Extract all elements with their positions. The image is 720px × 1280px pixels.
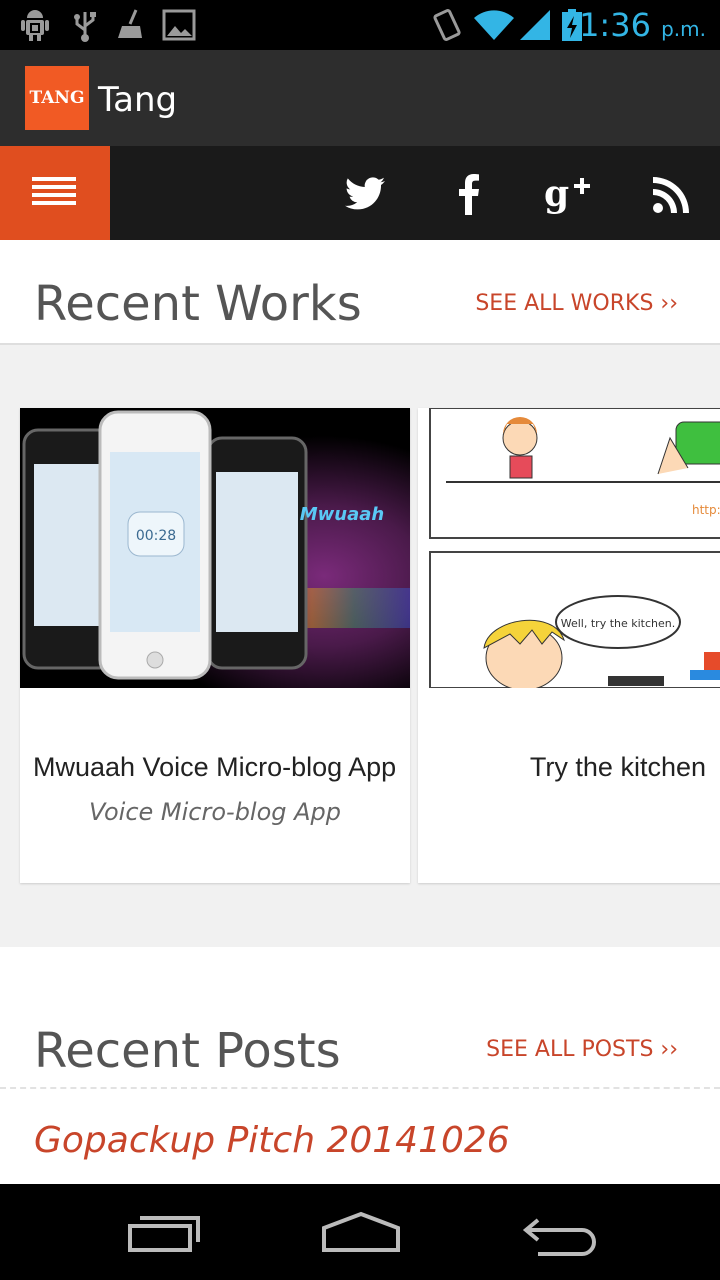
work-card-subtitle: Voice Micro-blog App (88, 798, 342, 826)
work-card[interactable]: http: Well, try the kitchen. Try the kit… (418, 408, 720, 883)
cleanup-icon (118, 9, 142, 38)
comic-speech-text: Well, try the kitchen. (561, 617, 676, 630)
recent-works-title: Recent Works (34, 276, 362, 332)
android-debug-icon (21, 10, 49, 41)
work-card-title[interactable]: Try the kitchen (530, 752, 706, 783)
facebook-icon (459, 174, 479, 215)
back-icon[interactable] (516, 1206, 606, 1256)
hamburger-icon (32, 177, 76, 205)
recent-apps-icon[interactable] (118, 1206, 208, 1256)
twitter-button[interactable] (336, 164, 396, 224)
recent-posts-title: Recent Posts (34, 1023, 341, 1079)
facebook-button[interactable] (438, 164, 498, 224)
mwuaah-logo-text: Mwuaah (300, 504, 384, 525)
comic-url-text: http: (692, 503, 720, 517)
vibrate-icon (433, 8, 461, 42)
site-nav-bar: g (0, 146, 720, 240)
google-plus-icon: g (544, 173, 590, 215)
menu-button[interactable] (0, 146, 110, 240)
see-all-posts-link[interactable]: SEE ALL POSTS ›› (486, 1037, 678, 1062)
twitter-icon (345, 177, 385, 210)
action-bar: TANG Tang (0, 50, 720, 146)
usb-icon (74, 12, 96, 42)
rss-button[interactable] (642, 164, 702, 224)
work-image-phones: 00:28 Mwuaah (20, 408, 410, 688)
recent-works-header: Recent Works SEE ALL WORKS ›› (0, 240, 720, 343)
see-all-works-link[interactable]: SEE ALL WORKS ›› (475, 291, 678, 316)
app-title: Tang (98, 80, 178, 120)
phone-clock-text: 00:28 (136, 528, 176, 544)
home-icon[interactable] (316, 1206, 406, 1256)
work-image-comic: http: Well, try the kitchen. (418, 408, 720, 688)
google-plus-button[interactable]: g (538, 164, 598, 224)
post-title-link[interactable]: Gopackup Pitch 20141026 (34, 1120, 510, 1161)
rss-icon (653, 177, 689, 213)
system-navigation-bar (0, 1184, 720, 1280)
app-logo[interactable]: TANG (25, 66, 89, 130)
gallery-icon (162, 9, 196, 41)
wifi-icon (474, 10, 514, 40)
works-carousel[interactable]: 00:28 Mwuaah Mwuaah Voice Micro-blog App… (0, 343, 720, 949)
work-card-title[interactable]: Mwuaah Voice Micro-blog App (33, 752, 396, 783)
recent-posts-header: Recent Posts SEE ALL POSTS ›› (0, 947, 720, 1089)
status-bar: 1:36 p.m. (0, 0, 720, 50)
signal-icon (520, 10, 550, 40)
work-card[interactable]: 00:28 Mwuaah Mwuaah Voice Micro-blog App… (20, 408, 410, 883)
svg-text:g: g (544, 173, 569, 215)
status-time: 1:36 p.m. (579, 6, 706, 44)
